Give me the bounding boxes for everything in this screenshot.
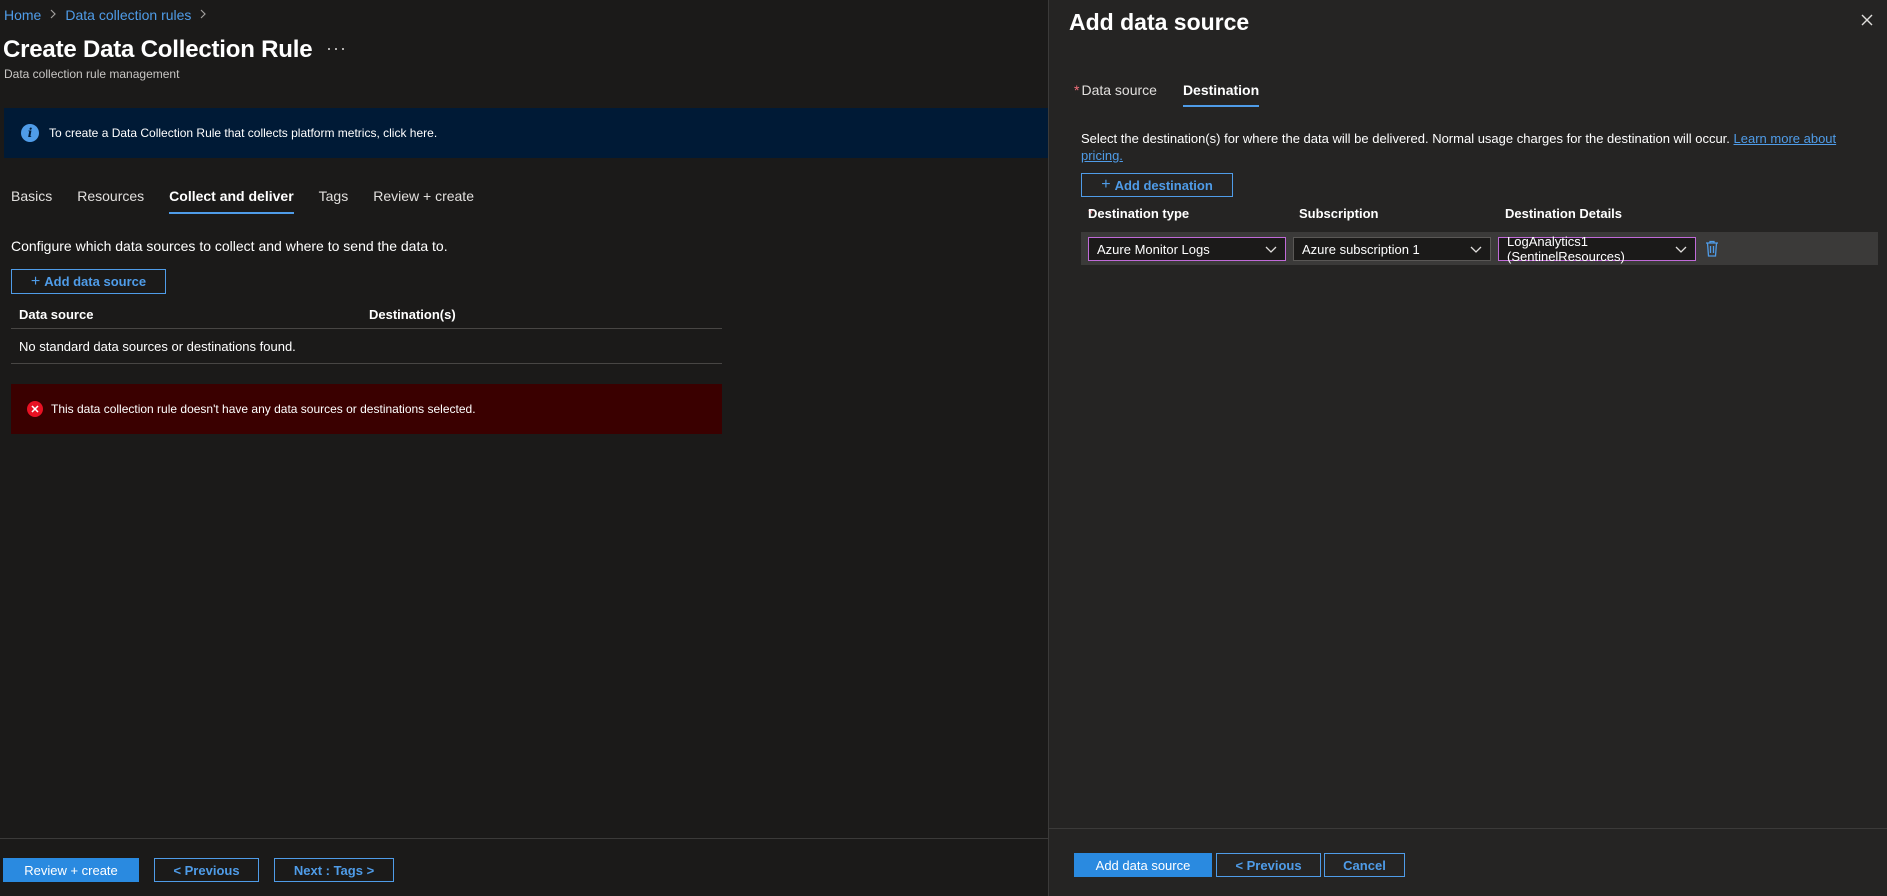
panel-previous-button[interactable]: < Previous	[1216, 853, 1321, 877]
close-icon[interactable]	[1857, 10, 1877, 30]
breadcrumb-home[interactable]: Home	[4, 7, 41, 23]
destination-type-dropdown[interactable]: Azure Monitor Logs	[1088, 237, 1286, 261]
destination-details-value: LogAnalytics1 (SentinelResources)	[1507, 234, 1625, 264]
breadcrumb: Home Data collection rules	[4, 7, 215, 23]
add-destination-label: Add destination	[1114, 177, 1213, 193]
info-banner-text[interactable]: To create a Data Collection Rule that co…	[49, 126, 437, 140]
destination-description-text: Select the destination(s) for where the …	[1081, 131, 1730, 146]
destination-row: Azure Monitor Logs Azure subscription 1 …	[1081, 232, 1878, 265]
info-banner[interactable]: i To create a Data Collection Rule that …	[4, 108, 1048, 158]
required-marker: *	[1074, 82, 1080, 98]
destination-type-value: Azure Monitor Logs	[1097, 241, 1210, 257]
add-data-source-label: Add data source	[44, 274, 147, 289]
column-header-subscription: Subscription	[1299, 206, 1379, 221]
next-tags-button[interactable]: Next : Tags >	[274, 858, 394, 882]
chevron-down-icon	[1675, 246, 1687, 253]
error-text: This data collection rule doesn't have a…	[51, 402, 476, 416]
tab-collect-and-deliver[interactable]: Collect and deliver	[169, 188, 294, 214]
add-data-source-button[interactable]: + Add data source	[11, 269, 166, 294]
create-rule-blade: Home Data collection rules Create Data C…	[0, 0, 1048, 896]
collect-instructions: Configure which data sources to collect …	[11, 238, 448, 254]
previous-button[interactable]: < Previous	[154, 858, 259, 882]
tab-basics[interactable]: Basics	[11, 188, 52, 214]
plus-icon: +	[30, 272, 41, 290]
destination-details-dropdown[interactable]: LogAnalytics1 (SentinelResources)	[1498, 234, 1696, 264]
destination-description: Select the destination(s) for where the …	[1081, 130, 1881, 164]
breadcrumb-data-collection-rules[interactable]: Data collection rules	[65, 7, 191, 23]
cancel-button[interactable]: Cancel	[1324, 853, 1405, 877]
footer-divider	[0, 838, 1048, 839]
more-icon[interactable]: ···	[326, 38, 347, 59]
subscription-dropdown[interactable]: Azure subscription 1	[1293, 237, 1491, 261]
tab-resources[interactable]: Resources	[77, 188, 144, 214]
column-header-destinations: Destination(s)	[369, 306, 456, 322]
page-title: Create Data Collection Rule	[3, 36, 313, 63]
plus-icon: +	[1101, 176, 1111, 193]
add-data-source-submit-button[interactable]: Add data source	[1074, 853, 1212, 877]
chevron-down-icon	[1265, 246, 1277, 253]
column-header-data-source: Data source	[19, 306, 94, 322]
panel-tabs: * Data source Destination	[1074, 82, 1285, 107]
wizard-tabs: Basics Resources Collect and deliver Tag…	[11, 188, 499, 214]
tab-data-source-label: Data source	[1081, 82, 1157, 98]
table-empty-row: No standard data sources or destinations…	[11, 329, 722, 364]
tab-data-source[interactable]: * Data source	[1074, 82, 1157, 107]
review-create-button[interactable]: Review + create	[3, 858, 139, 882]
page-subtitle: Data collection rule management	[4, 67, 180, 81]
panel-footer-divider	[1049, 828, 1887, 829]
tab-tags[interactable]: Tags	[319, 188, 349, 214]
chevron-right-icon	[49, 8, 57, 22]
subscription-value: Azure subscription 1	[1302, 241, 1420, 257]
error-banner: ✕ This data collection rule doesn't have…	[11, 384, 722, 434]
panel-title: Add data source	[1069, 9, 1250, 35]
column-header-destination-details: Destination Details	[1505, 206, 1623, 221]
error-icon: ✕	[27, 401, 43, 417]
add-destination-button[interactable]: + Add destination	[1081, 173, 1233, 197]
info-icon: i	[21, 124, 39, 142]
trash-icon[interactable]	[1704, 240, 1720, 257]
data-source-table: Data source Destination(s) No standard d…	[11, 300, 722, 364]
add-data-source-panel: Add data source * Data source Destination…	[1048, 0, 1887, 896]
column-header-destination-type-label: Destination type	[1088, 206, 1190, 221]
chevron-down-icon	[1470, 246, 1482, 253]
chevron-right-icon	[199, 8, 207, 22]
tab-review-create[interactable]: Review + create	[373, 188, 474, 214]
table-header: Data source Destination(s)	[11, 300, 722, 329]
tab-destination[interactable]: Destination	[1182, 82, 1260, 107]
